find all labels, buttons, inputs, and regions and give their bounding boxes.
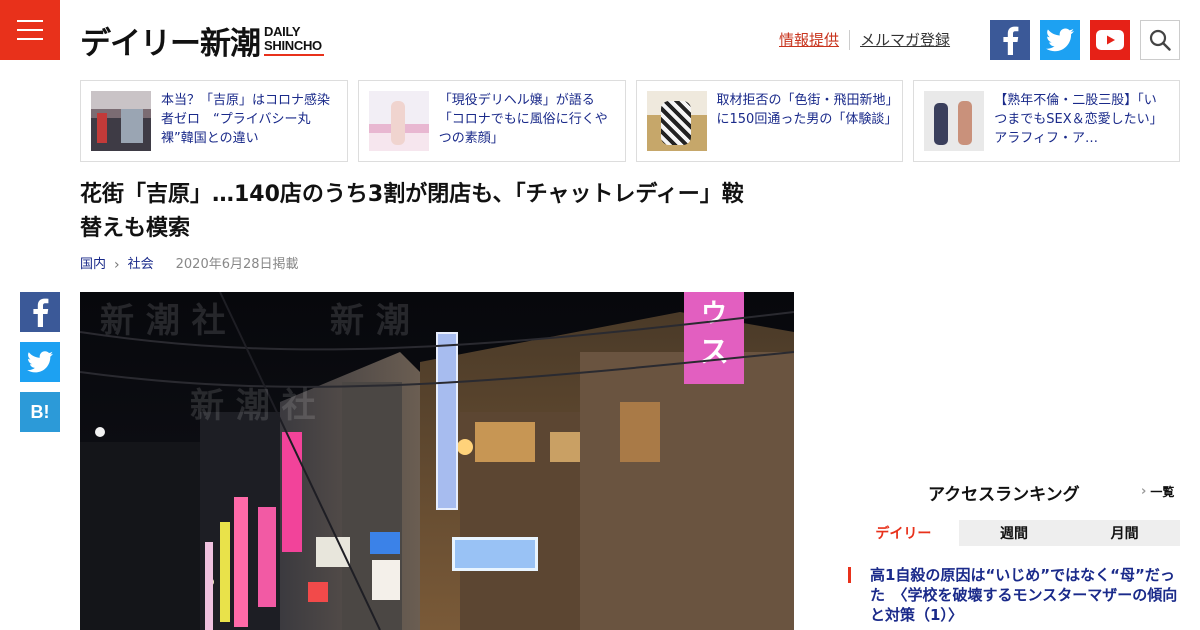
- related-card[interactable]: 【熟年不倫・二股三股】「いつまでもSEX＆恋愛したい」アラフィフ・ア…: [913, 80, 1180, 162]
- category-link-society[interactable]: 社会: [128, 256, 154, 274]
- search-button[interactable]: [1140, 20, 1180, 60]
- logo-japanese: デイリー新潮: [80, 26, 261, 62]
- svg-text:新 潮 社: 新 潮 社: [190, 386, 316, 426]
- hamburger-line: [17, 20, 43, 22]
- related-title: 本当？「吉原」はコロナ感染者ゼロ “プライバシー丸裸”韓国との違い: [161, 93, 331, 146]
- hamburger-line: [17, 29, 43, 31]
- facebook-icon: [1003, 26, 1019, 55]
- svg-text:新 潮 社: 新 潮 社: [100, 301, 226, 341]
- hamburger-line: [17, 38, 43, 40]
- tab-daily[interactable]: デイリー: [848, 520, 959, 546]
- search-icon: [1149, 29, 1171, 51]
- hatena-bookmark-icon: B!: [30, 401, 50, 422]
- related-title: 【熟年不倫・二股三股】「いつまでもSEX＆恋愛したい」アラフィフ・ア…: [994, 93, 1163, 146]
- ranking-tabs: デイリー 週間 月間: [848, 520, 1181, 546]
- tab-weekly[interactable]: 週間: [958, 520, 1070, 546]
- share-hatena-button[interactable]: B!: [20, 392, 60, 432]
- info-link[interactable]: 情報提供: [779, 29, 839, 50]
- ranking-view-all-label: 一覧: [1150, 485, 1175, 499]
- link-divider: [849, 29, 851, 50]
- ranking-title: アクセスランキング: [928, 485, 1080, 505]
- logo-english: DAILY SHINCHO: [264, 25, 324, 62]
- ranking-item[interactable]: 高1自殺の原因は“いじめ”ではなく“母”だった 〈学校を破壊するモンスターマザー…: [848, 565, 1180, 625]
- related-thumbnail: [646, 91, 707, 151]
- share-facebook-button[interactable]: [20, 292, 60, 332]
- related-card[interactable]: 本当？「吉原」はコロナ感染者ゼロ “プライバシー丸裸”韓国との違い: [80, 80, 348, 162]
- logo-en-line-1: DAILY: [264, 24, 301, 39]
- site-logo[interactable]: デイリー新潮 DAILY SHINCHO: [80, 18, 324, 62]
- logo-underline: [264, 54, 324, 56]
- article-hero-image: ウ ス 新 潮 社 新 潮 新 潮 社: [80, 292, 794, 630]
- header-links: 情報提供 メルマガ登録: [779, 29, 950, 50]
- twitter-button[interactable]: [1040, 20, 1080, 60]
- twitter-icon: [27, 351, 53, 373]
- twitter-icon: [1046, 28, 1074, 52]
- logo-en-line-2: SHINCHO: [264, 38, 322, 53]
- publish-date: 2020年6月28日掲載: [175, 257, 299, 272]
- article-headline: 花街「吉原」…140店のうち3割が閉店も、「チャットレディー」鞍替えも模索: [80, 182, 744, 241]
- related-thumbnail: [91, 91, 151, 151]
- related-thumbnail: [368, 91, 429, 151]
- sign-text: ス: [699, 335, 729, 370]
- breadcrumb: 国内 › 社会 2020年6月28日掲載: [80, 256, 299, 274]
- chevron-right-icon: ›: [1141, 484, 1147, 499]
- chevron-right-icon: ›: [114, 257, 120, 273]
- menu-button[interactable]: [0, 0, 60, 60]
- ranking-view-all-link[interactable]: › 一覧: [1141, 483, 1174, 500]
- youtube-button[interactable]: [1090, 20, 1130, 60]
- facebook-icon: [33, 298, 49, 327]
- related-articles: 本当？「吉原」はコロナ感染者ゼロ “プライバシー丸裸”韓国との違い 「現役デリヘ…: [80, 80, 1180, 162]
- newsletter-link[interactable]: メルマガ登録: [860, 29, 950, 50]
- hero-illustration: ウ ス 新 潮 社 新 潮 新 潮 社: [80, 292, 794, 630]
- tab-monthly[interactable]: 月間: [1069, 520, 1181, 546]
- related-title: 「現役デリヘル嬢」が語る「コロナでもに風俗に行くやつの素顔」: [438, 93, 608, 146]
- youtube-icon: [1096, 30, 1124, 50]
- sign-text: ウ: [701, 299, 727, 329]
- related-card[interactable]: 「現役デリヘル嬢」が語る「コロナでもに風俗に行くやつの素顔」: [357, 80, 626, 162]
- related-card[interactable]: 取材拒否の「色街・飛田新地」に150回通った男の「体験談」: [635, 80, 904, 162]
- svg-text:新 潮: 新 潮: [330, 301, 410, 341]
- category-link-domestic[interactable]: 国内: [80, 256, 106, 274]
- related-thumbnail: [924, 91, 985, 151]
- share-twitter-button[interactable]: [20, 342, 60, 382]
- facebook-button[interactable]: [990, 20, 1030, 60]
- related-title: 取材拒否の「色街・飛田新地」に150回通った男の「体験談」: [716, 93, 893, 127]
